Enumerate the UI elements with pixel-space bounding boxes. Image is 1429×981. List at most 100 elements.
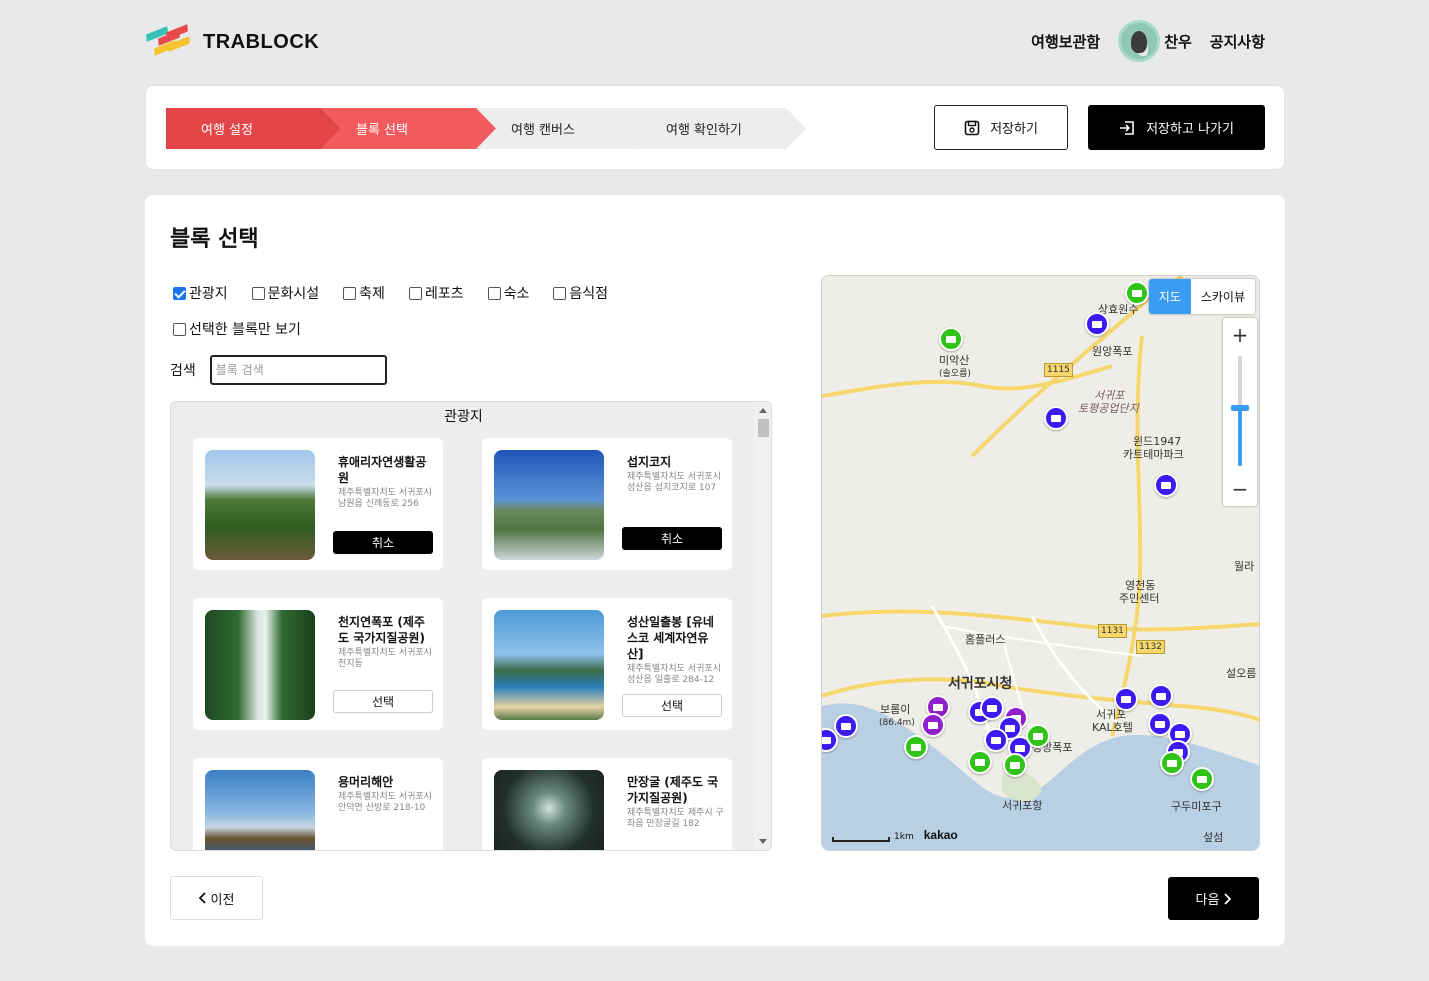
map-type-map[interactable]: 지도 <box>1148 279 1191 314</box>
checkbox-icon[interactable] <box>173 322 186 336</box>
next-button[interactable]: 다음 <box>1168 877 1259 920</box>
map-label: 월라 <box>1234 560 1255 573</box>
logo-blocks-icon <box>145 24 193 60</box>
zoom-out-button[interactable]: − <box>1223 472 1257 506</box>
culture-marker-icon[interactable] <box>921 713 945 737</box>
place-address: 제주특별자치도 서귀포시 성산읍 섭지코지로 107 <box>627 472 721 493</box>
map-label: 윈드1947 <box>1133 435 1182 448</box>
hotel-marker-icon[interactable] <box>984 728 1008 752</box>
place-photo <box>205 770 315 850</box>
attraction-marker-icon[interactable] <box>1125 281 1149 305</box>
zoom-slider-handle[interactable] <box>1231 405 1249 411</box>
avatar <box>1118 20 1161 62</box>
filter-restaurant[interactable]: 음식점 <box>553 283 608 303</box>
map-label: 1131 <box>1098 624 1127 638</box>
scroll-thumb[interactable] <box>758 419 769 437</box>
save-label: 저장하기 <box>990 122 1038 137</box>
hotel-marker-icon[interactable] <box>980 696 1004 720</box>
filter-attraction[interactable]: 관광지 <box>173 283 228 303</box>
map-view[interactable]: 상효원수 미악산 (솔오름) 원앙폭포 1115 서귀포 토평공업단지 윈드19… <box>821 275 1260 851</box>
block-list[interactable]: 관광지 휴애리자연생활공원 제주특별자치도 서귀포시 남원읍 신례동로 256 … <box>170 401 772 851</box>
hotel-marker-icon[interactable] <box>1149 684 1173 708</box>
save-exit-button[interactable]: 저장하고 나가기 <box>1088 105 1265 150</box>
brand-name: TRABLOCK <box>203 30 320 53</box>
hotel-marker-icon[interactable] <box>1085 312 1109 336</box>
checkbox-icon[interactable] <box>487 286 501 300</box>
zoom-in-button[interactable]: + <box>1223 318 1257 352</box>
list-item[interactable]: 천지연폭포 (제주도 국가지질공원) 제주특별자치도 서귀포시 천지동 선택 <box>193 598 443 730</box>
scroll-down-icon[interactable] <box>759 839 767 844</box>
place-photo <box>494 450 604 560</box>
list-item[interactable]: 휴애리자연생활공원 제주특별자치도 서귀포시 남원읍 신례동로 256 취소 <box>193 438 443 570</box>
select-button[interactable]: 선택 <box>333 850 433 851</box>
hotel-marker-icon[interactable] <box>1114 687 1138 711</box>
map-label: 홈플러스 <box>965 633 1006 646</box>
map-label: 영천동 <box>1125 579 1156 592</box>
attraction-marker-icon[interactable] <box>968 750 992 774</box>
place-name: 섭지코지 <box>627 455 672 469</box>
filter-leports[interactable]: 레포츠 <box>408 283 464 303</box>
hotel-marker-icon[interactable] <box>1044 406 1068 430</box>
step-confirm[interactable]: 여행 확인하기 <box>631 108 806 149</box>
place-address: 제주특별자치도 서귀포시 성산읍 일출로 284-12 <box>627 664 721 685</box>
select-button[interactable]: 선택 <box>622 850 722 851</box>
map-type-toggle: 지도 스카이뷰 <box>1148 279 1255 314</box>
search-row: 검색 <box>170 355 387 385</box>
map-label: 서귀포 <box>1096 708 1127 721</box>
step-trip-settings[interactable]: 여행 설정 <box>166 108 341 149</box>
step-block-select[interactable]: 블록 선택 <box>321 108 496 149</box>
attraction-marker-icon[interactable] <box>1160 751 1184 775</box>
chevron-left-icon <box>198 892 206 904</box>
only-selected-toggle[interactable]: 선택한 블록만 보기 <box>173 319 301 339</box>
nav-notice-link[interactable]: 공지사항 <box>1210 31 1265 52</box>
select-button[interactable]: 선택 <box>622 694 722 717</box>
checkbox-icon[interactable] <box>553 286 567 300</box>
list-item[interactable]: 섭지코지 제주특별자치도 서귀포시 성산읍 섭지코지로 107 취소 <box>482 438 732 570</box>
select-button[interactable]: 선택 <box>333 690 433 713</box>
list-item[interactable]: 만장굴 (제주도 국가지질공원) 제주특별자치도 제주시 구좌읍 만장굴길 18… <box>482 758 732 851</box>
checkbox-checked-icon[interactable] <box>173 286 186 300</box>
filter-label: 음식점 <box>569 286 608 302</box>
progress-steps: 여행 확인하기 여행 캔버스 블록 선택 여행 설정 <box>166 108 806 149</box>
checkbox-icon[interactable] <box>408 286 422 300</box>
filter-culture[interactable]: 문화시설 <box>251 283 319 303</box>
hotel-marker-icon[interactable] <box>1154 473 1178 497</box>
place-name: 용머리해안 <box>338 775 394 789</box>
place-name: 천지연폭포 (제주도 국가지질공원) <box>338 615 425 645</box>
save-button[interactable]: 저장하기 <box>934 105 1068 150</box>
place-photo <box>494 610 604 720</box>
user-menu[interactable]: 찬우 <box>1118 20 1192 62</box>
map-label: 토평공업단지 <box>1078 402 1139 415</box>
step-canvas[interactable]: 여행 캔버스 <box>476 108 651 149</box>
map-label: 1132 <box>1136 640 1165 654</box>
list-item[interactable]: 성산일출봉 [유네스코 세계자연유산] 제주특별자치도 서귀포시 성산읍 일출로… <box>482 598 732 730</box>
attraction-marker-icon[interactable] <box>1003 753 1027 777</box>
attraction-marker-icon[interactable] <box>904 735 928 759</box>
cancel-button[interactable]: 취소 <box>622 527 722 550</box>
top-nav: 여행보관함 찬우 공지사항 <box>1031 20 1265 62</box>
filter-label: 관광지 <box>189 286 228 302</box>
checkbox-icon[interactable] <box>343 286 357 300</box>
attraction-marker-icon[interactable] <box>939 327 963 351</box>
scale-label: 1km <box>894 832 914 842</box>
brand-logo[interactable]: TRABLOCK <box>145 24 319 60</box>
scroll-up-icon[interactable] <box>759 408 767 413</box>
map-base <box>822 276 1259 850</box>
cancel-button[interactable]: 취소 <box>333 531 433 554</box>
attraction-marker-icon[interactable] <box>1190 767 1214 791</box>
search-input[interactable] <box>209 355 387 385</box>
filter-label: 축제 <box>359 286 385 302</box>
list-scrollbar[interactable] <box>754 402 771 850</box>
nav-archive-link[interactable]: 여행보관함 <box>1031 31 1100 52</box>
place-address: 제주특별자치도 제주시 구좌읍 만장굴길 182 <box>627 808 724 829</box>
zoom-level-fill <box>1238 410 1242 466</box>
place-name: 성산일출봉 [유네스코 세계자연유산] <box>627 615 714 661</box>
attraction-marker-icon[interactable] <box>1026 724 1050 748</box>
hotel-marker-icon[interactable] <box>834 714 858 738</box>
checkbox-icon[interactable] <box>251 286 265 300</box>
prev-button[interactable]: 이전 <box>170 876 263 920</box>
map-type-skyview[interactable]: 스카이뷰 <box>1191 279 1255 314</box>
filter-festival[interactable]: 축제 <box>343 283 385 303</box>
list-item[interactable]: 용머리해안 제주특별자치도 서귀포시 안덕면 산방로 218-10 선택 <box>193 758 443 851</box>
filter-lodging[interactable]: 숙소 <box>487 283 529 303</box>
